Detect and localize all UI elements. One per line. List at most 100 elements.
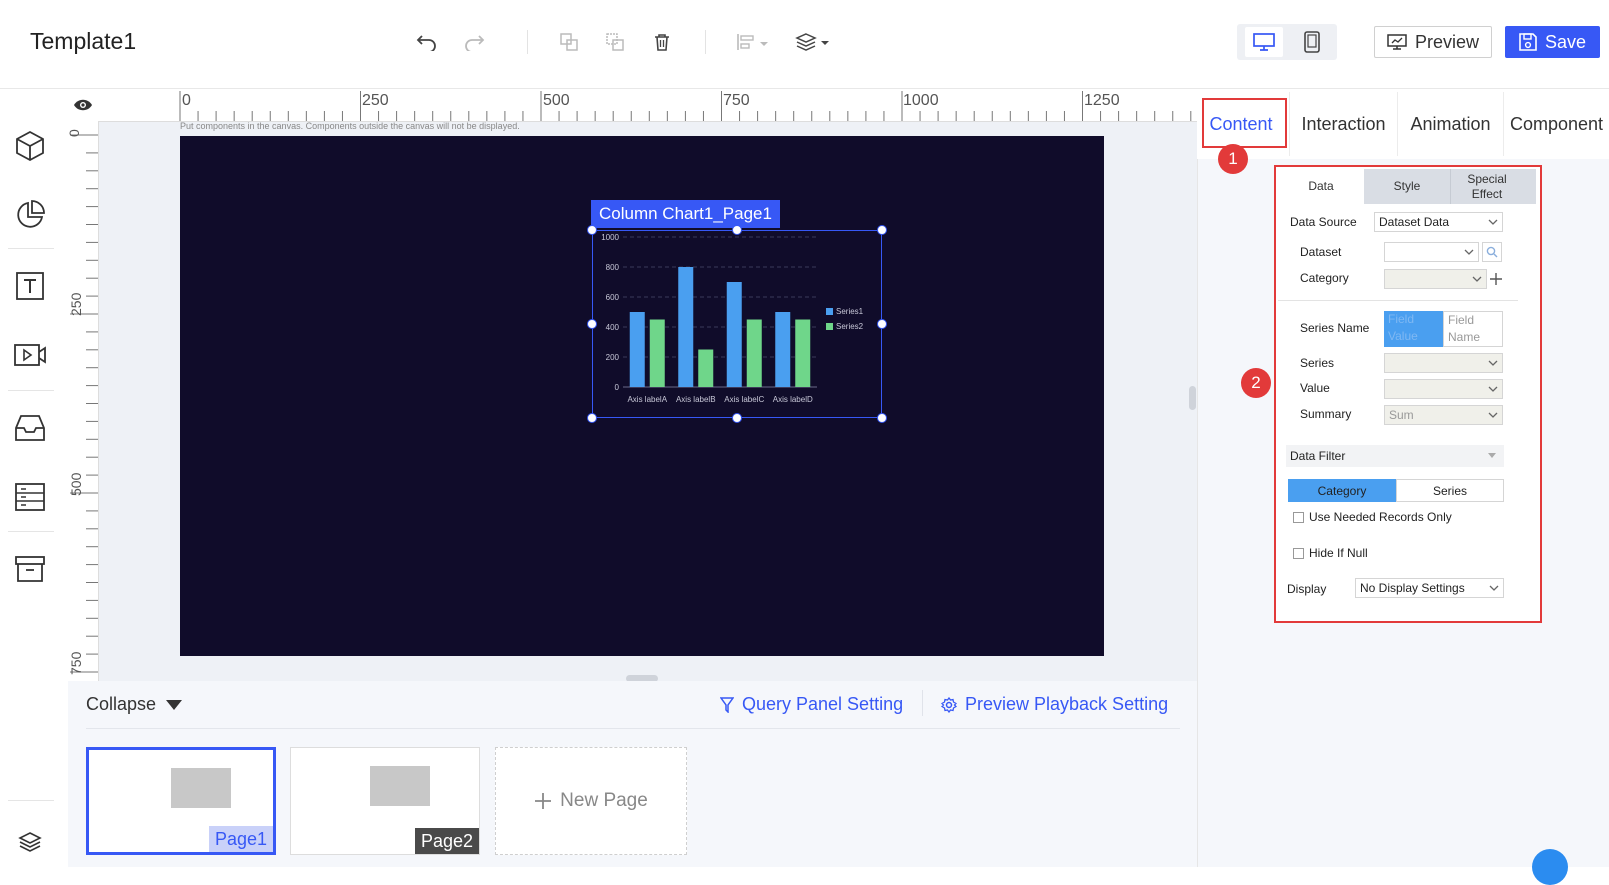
ruler-tick-label: 750 xyxy=(68,651,84,675)
chart-bar xyxy=(726,282,742,387)
category-select[interactable] xyxy=(1384,269,1487,289)
section-divider xyxy=(1278,300,1518,301)
panel-divider xyxy=(86,728,1180,729)
horizontal-ruler: 0 250 500 750 1000 1250 xyxy=(98,89,1197,122)
page-thumbnail-page1[interactable]: Page1 xyxy=(86,747,276,855)
resize-handle[interactable] xyxy=(587,319,597,329)
resize-handle[interactable] xyxy=(877,319,887,329)
chart-legend-swatch xyxy=(826,308,833,315)
eye-icon[interactable] xyxy=(73,98,93,112)
filter-icon xyxy=(720,696,734,713)
component-name-tag[interactable]: Column Chart1_Page1 xyxy=(591,200,780,228)
chart-y-tick-label: 1000 xyxy=(601,233,619,242)
sidebar-divider xyxy=(8,800,54,801)
column-chart: 0 200 400 600 800 1000 Axis labelA Axis labelB A… xyxy=(601,233,864,404)
pie-chart-icon[interactable] xyxy=(12,197,48,233)
toolbar-divider xyxy=(705,30,706,54)
layers-panel-icon[interactable] xyxy=(12,828,48,856)
tab-animation[interactable]: Animation xyxy=(1398,92,1503,156)
subtab-special-effect[interactable]: Special Effect xyxy=(1451,169,1523,204)
subtab-style[interactable]: Style xyxy=(1364,169,1450,204)
toolbar-divider xyxy=(527,30,528,54)
page-thumbnail-page2[interactable]: Page2 xyxy=(290,747,480,855)
category-label: Category xyxy=(1300,271,1349,285)
save-label: Save xyxy=(1544,31,1587,52)
filter-tab-series[interactable]: Series xyxy=(1396,479,1504,502)
preview-label: Preview xyxy=(1414,31,1480,52)
template-title[interactable]: Template1 xyxy=(30,28,136,55)
save-button[interactable]: Save xyxy=(1505,26,1600,58)
use-needed-records-checkbox[interactable] xyxy=(1293,512,1304,523)
display-select[interactable]: No Display Settings xyxy=(1355,578,1504,598)
delete-icon[interactable] xyxy=(648,28,676,56)
hide-if-null-checkbox[interactable] xyxy=(1293,548,1304,559)
preview-button[interactable]: Preview xyxy=(1374,26,1492,58)
list-icon[interactable] xyxy=(12,479,48,515)
text-icon[interactable] xyxy=(12,268,48,304)
ruler-tick-label: 500 xyxy=(68,472,84,496)
chevron-down-icon xyxy=(1484,406,1502,424)
collapse-toggle[interactable]: Collapse xyxy=(86,694,183,715)
series-name-label: Series Name xyxy=(1300,321,1370,335)
resize-handle[interactable] xyxy=(732,225,742,235)
series-name-option-field-name[interactable]: Field Name xyxy=(1443,311,1503,347)
sidebar-divider xyxy=(8,248,54,249)
ruler-tick-label: 0 xyxy=(66,129,82,137)
collapse-label: Collapse xyxy=(86,694,157,714)
chart-bar xyxy=(698,349,714,387)
resize-handle[interactable] xyxy=(877,225,887,235)
series-name-option-field-value[interactable]: Field Value xyxy=(1384,311,1443,347)
search-icon[interactable] xyxy=(1482,242,1502,262)
highlight-box-tab xyxy=(1202,98,1287,148)
tablet-icon[interactable] xyxy=(1293,27,1331,57)
preview-icon xyxy=(1387,34,1407,50)
page-thumbnail-preview xyxy=(370,766,430,806)
chart-y-tick-label: 200 xyxy=(606,353,620,362)
archive-icon[interactable] xyxy=(12,551,48,587)
query-panel-setting-link[interactable]: Query Panel Setting xyxy=(720,694,903,715)
align-icon[interactable] xyxy=(733,28,773,56)
layers-icon[interactable] xyxy=(793,28,833,56)
dataset-select[interactable] xyxy=(1384,242,1479,262)
new-page-label: New Page xyxy=(560,790,648,811)
summary-value: Sum xyxy=(1389,408,1414,422)
resize-handle[interactable] xyxy=(732,413,742,423)
subtab-data[interactable]: Data xyxy=(1278,169,1364,204)
column-chart-component[interactable]: 0 200 400 600 800 1000 Axis labelA Axis labelB A… xyxy=(592,230,882,418)
chart-y-tick-label: 600 xyxy=(606,293,620,302)
summary-select[interactable]: Sum xyxy=(1384,405,1503,425)
combine-icon[interactable] xyxy=(555,28,583,56)
data-filter-section[interactable]: Data Filter xyxy=(1286,445,1504,467)
use-needed-records-label: Use Needed Records Only xyxy=(1309,510,1452,524)
chart-bar xyxy=(746,319,762,387)
data-source-select[interactable]: Dataset Data xyxy=(1374,212,1503,232)
cube-icon[interactable] xyxy=(12,128,48,164)
desktop-icon[interactable] xyxy=(1245,27,1283,57)
tab-component[interactable]: Component xyxy=(1504,92,1609,156)
split-icon[interactable] xyxy=(601,28,629,56)
series-select[interactable] xyxy=(1384,353,1503,373)
redo-icon[interactable] xyxy=(460,28,488,56)
vertical-scrollbar[interactable] xyxy=(1189,386,1196,410)
tab-interaction[interactable]: Interaction xyxy=(1290,92,1397,156)
media-icon[interactable] xyxy=(12,337,48,373)
page-label: Page1 xyxy=(208,826,273,852)
resize-handle[interactable] xyxy=(877,413,887,423)
inbox-icon[interactable] xyxy=(12,410,48,446)
resize-handle[interactable] xyxy=(587,413,597,423)
chevron-down-icon xyxy=(1485,579,1503,597)
new-page-button[interactable]: New Page xyxy=(495,747,687,855)
preview-playback-setting-link[interactable]: Preview Playback Setting xyxy=(941,694,1168,715)
add-icon[interactable] xyxy=(1489,269,1503,289)
help-icon[interactable] xyxy=(1532,849,1568,885)
filter-tab-category[interactable]: Category xyxy=(1288,479,1396,502)
hide-if-null-label: Hide If Null xyxy=(1309,546,1368,560)
resize-handle[interactable] xyxy=(587,225,597,235)
save-icon xyxy=(1519,33,1537,51)
undo-icon[interactable] xyxy=(413,28,441,56)
chart-bar xyxy=(678,267,694,387)
value-select[interactable] xyxy=(1384,379,1503,399)
link-divider xyxy=(922,690,923,716)
chart-legend-label: Series1 xyxy=(836,307,864,316)
ruler-corner xyxy=(68,89,99,122)
